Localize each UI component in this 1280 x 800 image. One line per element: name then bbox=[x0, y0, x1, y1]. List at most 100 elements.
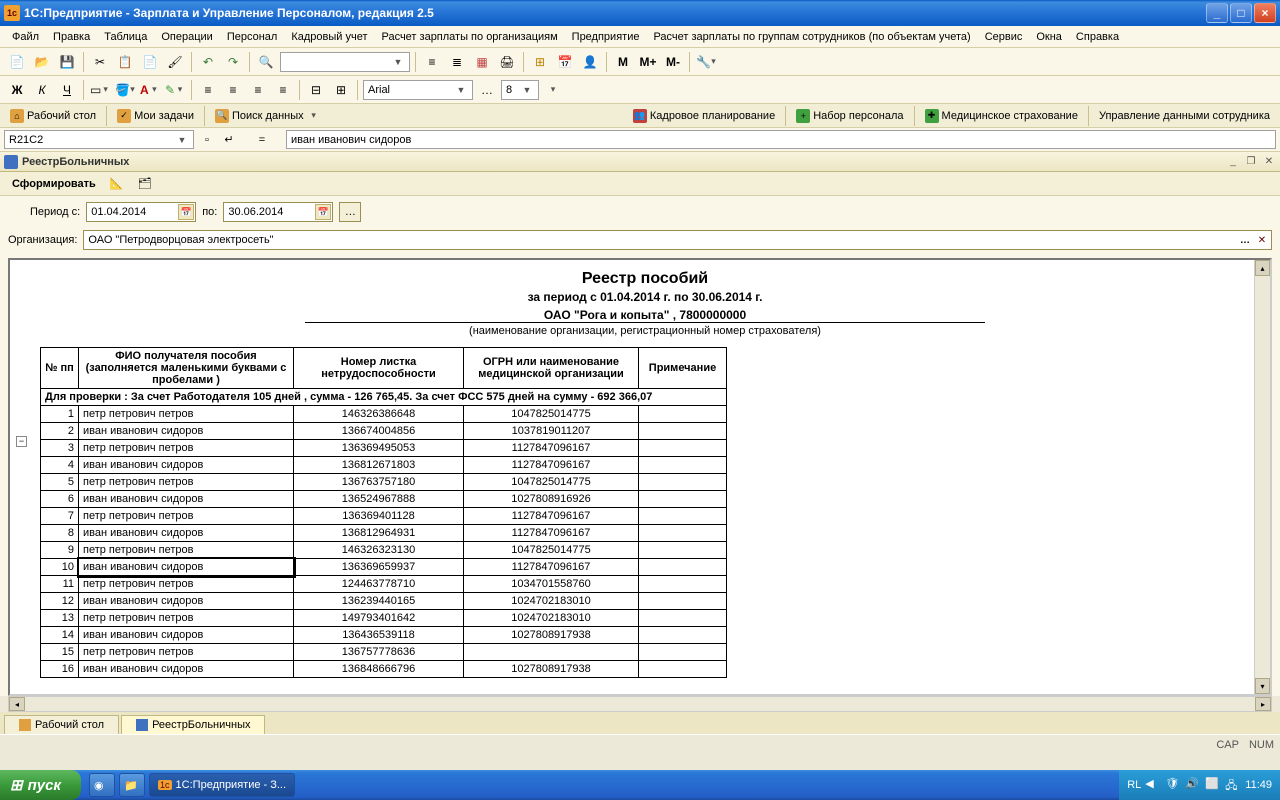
redo-icon[interactable]: ↷ bbox=[222, 51, 244, 73]
menu-windows[interactable]: Окна bbox=[1030, 29, 1068, 45]
save-icon[interactable]: 💾 bbox=[56, 51, 78, 73]
cell-leaf[interactable]: 136674004856 bbox=[294, 423, 464, 440]
memory-m[interactable]: M bbox=[612, 51, 634, 73]
cell-leaf[interactable]: 146326386648 bbox=[294, 406, 464, 423]
cell-leaf[interactable]: 136436539118 bbox=[294, 627, 464, 644]
table-row[interactable]: 11петр петрович петров124463778710103470… bbox=[41, 576, 727, 593]
menu-help[interactable]: Справка bbox=[1070, 29, 1125, 45]
cell-leaf[interactable]: 136369495053 bbox=[294, 440, 464, 457]
italic-icon[interactable]: К bbox=[31, 79, 53, 101]
table-row[interactable]: 9петр петрович петров1463263231301047825… bbox=[41, 542, 727, 559]
memory-mminus[interactable]: M- bbox=[662, 51, 684, 73]
cell-note[interactable] bbox=[639, 508, 727, 525]
cell-num[interactable]: 8 bbox=[41, 525, 79, 542]
cell-note[interactable] bbox=[639, 610, 727, 627]
menu-personnel[interactable]: Персонал bbox=[221, 29, 284, 45]
menu-enterprise[interactable]: Предприятие bbox=[566, 29, 646, 45]
cell-ogrn[interactable]: 1127847096167 bbox=[464, 525, 639, 542]
calendar-from-icon[interactable]: 📅 bbox=[178, 204, 194, 220]
start-button[interactable]: ⊞пуск bbox=[0, 770, 81, 800]
user-icon[interactable]: 👤 bbox=[579, 51, 601, 73]
cell-num[interactable]: 14 bbox=[41, 627, 79, 644]
cell-reference[interactable]: R21C2▼ bbox=[4, 130, 194, 149]
tab-registry[interactable]: РеестрБольничных bbox=[121, 715, 265, 734]
cell-num[interactable]: 9 bbox=[41, 542, 79, 559]
menu-payroll-groups[interactable]: Расчет зарплаты по группам сотрудников (… bbox=[647, 29, 976, 45]
paste-icon[interactable]: 📄 bbox=[139, 51, 161, 73]
find-icon[interactable]: 🔍 bbox=[255, 51, 277, 73]
cell-ogrn[interactable]: 1037819011207 bbox=[464, 423, 639, 440]
table-row[interactable]: 12иван иванович сидоров13623944016510247… bbox=[41, 593, 727, 610]
settings-icon[interactable]: 🔧▾ bbox=[695, 51, 717, 73]
tool-b-icon[interactable]: ≣ bbox=[446, 51, 468, 73]
horizontal-scrollbar[interactable]: ◂ ▸ bbox=[8, 696, 1272, 712]
cell-ogrn[interactable] bbox=[464, 644, 639, 661]
link-recruit[interactable]: +Набор персонала bbox=[790, 107, 909, 125]
tab-desktop[interactable]: Рабочий стол bbox=[4, 715, 119, 734]
cell-note[interactable] bbox=[639, 542, 727, 559]
cell-leaf[interactable]: 149793401642 bbox=[294, 610, 464, 627]
subwin-restore-icon[interactable]: ❐ bbox=[1244, 155, 1258, 169]
cell-note[interactable] bbox=[639, 440, 727, 457]
align-right-icon[interactable]: ≡ bbox=[247, 79, 269, 101]
undo-icon[interactable]: ↶ bbox=[197, 51, 219, 73]
generate-button[interactable]: Сформировать bbox=[8, 176, 100, 192]
cell-fio[interactable]: иван иванович сидоров bbox=[79, 661, 294, 678]
org-select-icon[interactable]: … bbox=[1237, 232, 1253, 248]
lang-indicator[interactable]: RL bbox=[1127, 779, 1141, 791]
scroll-up-icon[interactable]: ▴ bbox=[1255, 260, 1270, 276]
cell-fio[interactable]: петр петрович петров bbox=[79, 508, 294, 525]
cell-num[interactable]: 12 bbox=[41, 593, 79, 610]
cell-num[interactable]: 5 bbox=[41, 474, 79, 491]
period-select-button[interactable]: … bbox=[339, 202, 361, 222]
cell-fio[interactable]: петр петрович петров bbox=[79, 542, 294, 559]
taskbar-1c[interactable]: 1c1С:Предприятие - З... bbox=[149, 773, 295, 797]
cell-fio[interactable]: петр петрович петров bbox=[79, 440, 294, 457]
cell-fio[interactable]: петр петрович петров bbox=[79, 406, 294, 423]
tool-print-icon[interactable]: 🖨 bbox=[496, 51, 518, 73]
cell-num[interactable]: 15 bbox=[41, 644, 79, 661]
cell-btn2-icon[interactable]: ↵ bbox=[220, 131, 238, 149]
cell-note[interactable] bbox=[639, 627, 727, 644]
tool-a-icon[interactable]: ≡ bbox=[421, 51, 443, 73]
cell-note[interactable] bbox=[639, 593, 727, 610]
subwin-minimize-icon[interactable]: _ bbox=[1226, 155, 1240, 169]
table-row[interactable]: 6иван иванович сидоров136524967888102780… bbox=[41, 491, 727, 508]
tray-icon-5[interactable]: 🖧 bbox=[1225, 777, 1241, 793]
bold-icon[interactable]: Ж bbox=[6, 79, 28, 101]
vertical-scrollbar[interactable]: ▴ ▾ bbox=[1254, 260, 1270, 694]
cell-leaf[interactable]: 136369401128 bbox=[294, 508, 464, 525]
link-search[interactable]: 🔍Поиск данных▾ bbox=[209, 107, 327, 125]
table-row[interactable]: 2иван иванович сидоров136674004856103781… bbox=[41, 423, 727, 440]
cell-ogrn[interactable]: 1127847096167 bbox=[464, 559, 639, 576]
extra-dropdown-icon[interactable]: ▾ bbox=[542, 79, 564, 101]
cell-ogrn[interactable]: 1027808917938 bbox=[464, 661, 639, 678]
cell-note[interactable] bbox=[639, 457, 727, 474]
cell-leaf[interactable]: 136763757180 bbox=[294, 474, 464, 491]
cell-fio[interactable]: петр петрович петров bbox=[79, 576, 294, 593]
cell-fio[interactable]: иван иванович сидоров bbox=[79, 491, 294, 508]
cell-fio[interactable]: петр петрович петров bbox=[79, 474, 294, 491]
cell-fio[interactable]: иван иванович сидоров bbox=[79, 627, 294, 644]
cut-icon[interactable]: ✂ bbox=[89, 51, 111, 73]
tray-icon-3[interactable]: 🔊 bbox=[1185, 777, 1201, 793]
cell-num[interactable]: 7 bbox=[41, 508, 79, 525]
cell-leaf[interactable]: 136524967888 bbox=[294, 491, 464, 508]
cell-num[interactable]: 16 bbox=[41, 661, 79, 678]
menu-operations[interactable]: Операции bbox=[155, 29, 218, 45]
form-action1-icon[interactable]: 📐 bbox=[106, 175, 128, 192]
cell-fio[interactable]: иван иванович сидоров bbox=[79, 457, 294, 474]
table-row[interactable]: 1петр петрович петров1463263866481047825… bbox=[41, 406, 727, 423]
calendar-to-icon[interactable]: 📅 bbox=[315, 204, 331, 220]
font-color-icon[interactable]: A▾ bbox=[139, 79, 161, 101]
valign-icon[interactable]: ⊟ bbox=[305, 79, 327, 101]
copy-icon[interactable]: 📋 bbox=[114, 51, 136, 73]
cell-leaf[interactable]: 136812964931 bbox=[294, 525, 464, 542]
maximize-button[interactable]: □ bbox=[1230, 3, 1252, 23]
table-row[interactable]: 10иван иванович сидоров13636965993711278… bbox=[41, 559, 727, 576]
form-action2-icon[interactable]: 🗂 bbox=[134, 175, 156, 192]
link-empmgmt[interactable]: Управление данными сотрудника bbox=[1093, 108, 1276, 124]
cell-ogrn[interactable]: 1034701558760 bbox=[464, 576, 639, 593]
table-row[interactable]: 3петр петрович петров1363694950531127847… bbox=[41, 440, 727, 457]
open-icon[interactable]: 📂 bbox=[31, 51, 53, 73]
